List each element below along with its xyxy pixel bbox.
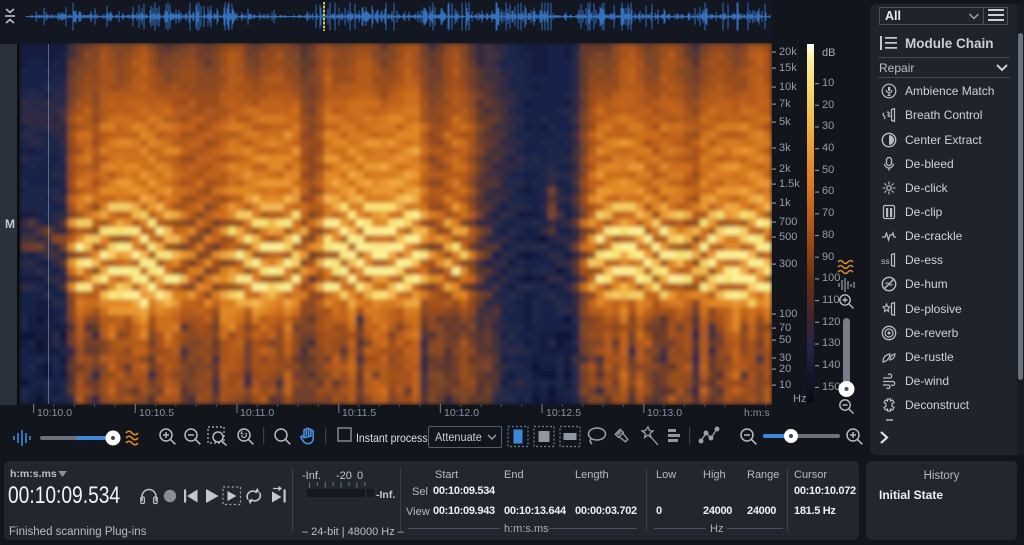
svg-text:ss: ss [881,256,890,266]
